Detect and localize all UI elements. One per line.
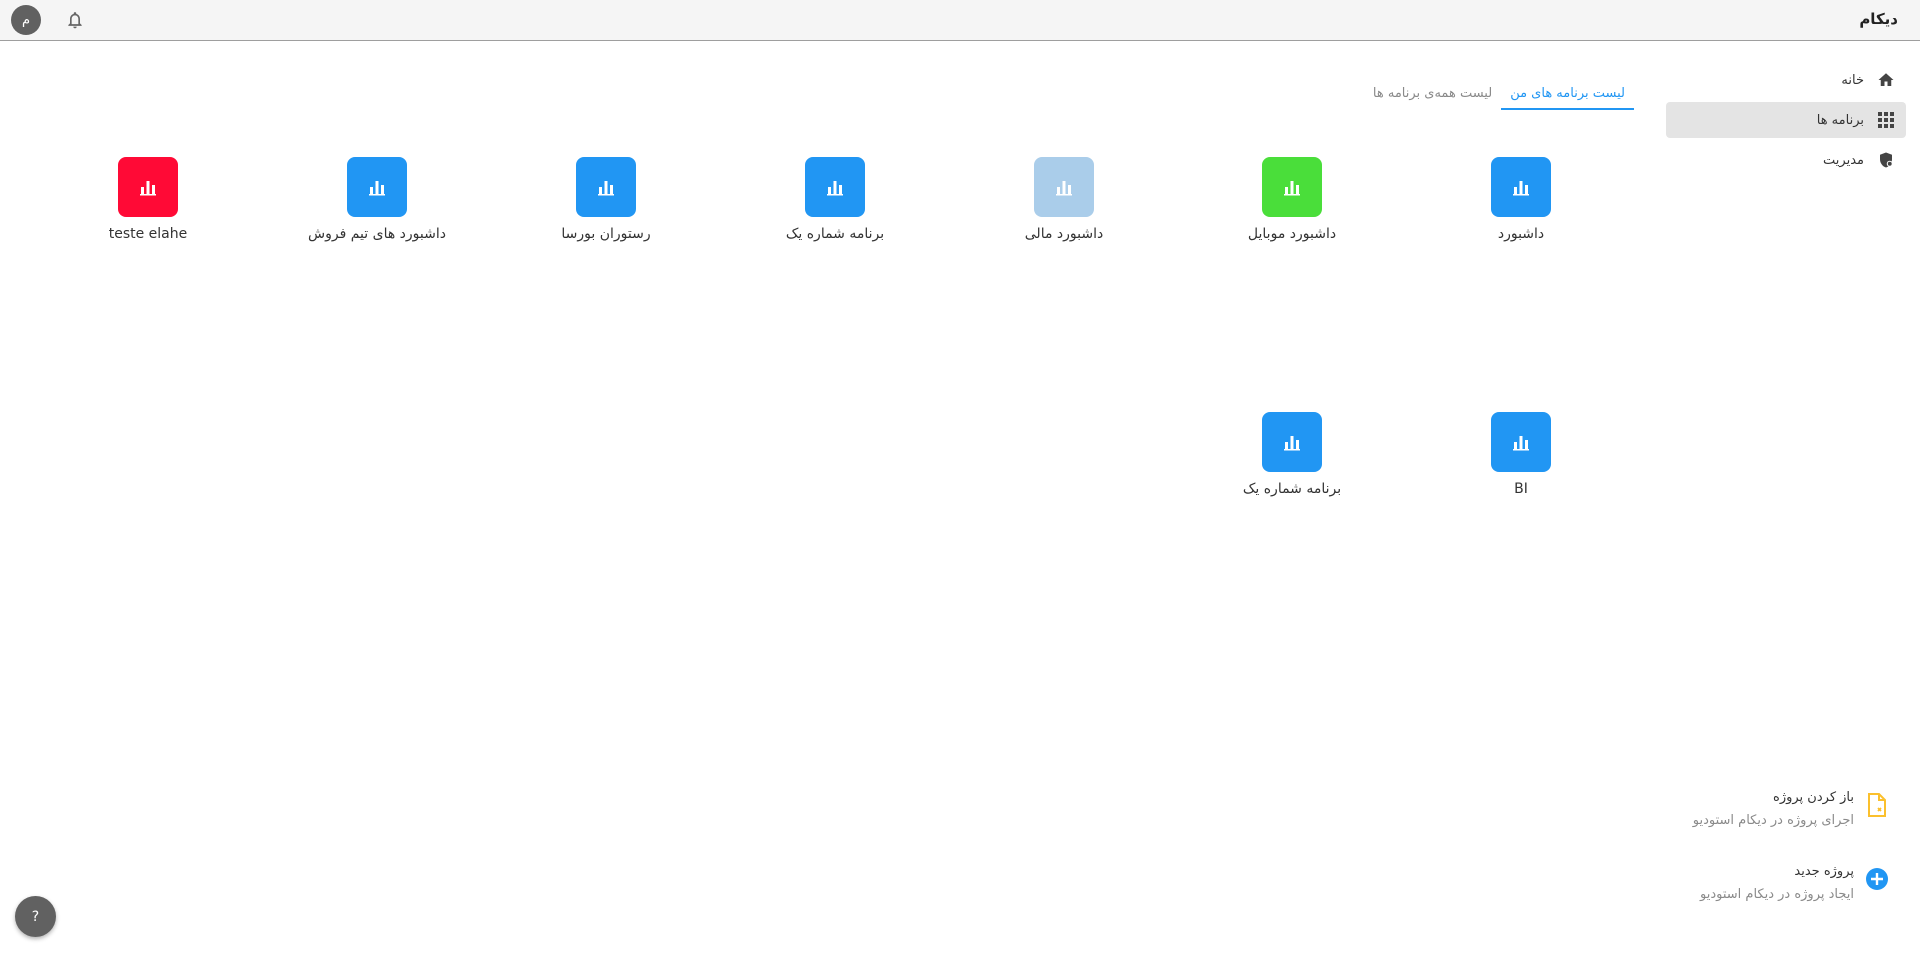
app-tile[interactable]: داشبورد (1441, 157, 1601, 242)
app-tile[interactable]: BI (1441, 412, 1601, 497)
new-project-action[interactable]: پروژه جدید ایجاد پروژه در دیکام استودیو (1610, 864, 1890, 902)
bar-chart-icon (118, 157, 178, 217)
bar-chart-icon (1262, 412, 1322, 472)
sidebar-item-admin[interactable]: مدیریت (1666, 142, 1906, 178)
bar-chart-icon (805, 157, 865, 217)
bar-chart-icon (1491, 412, 1551, 472)
app-tile[interactable]: داشبورد موبایل (1212, 157, 1372, 242)
app-tile-label: داشبورد های تیم فروش (308, 226, 446, 242)
add-circle-icon (1864, 866, 1890, 892)
home-icon (1876, 70, 1896, 90)
notification-bell-icon[interactable] (65, 10, 85, 30)
app-tile[interactable]: teste elahe (68, 157, 228, 242)
open-project-action[interactable]: باز کردن پروژه اجرای پروژه در دیکام استو… (1610, 790, 1890, 828)
app-tile[interactable]: برنامه شماره یک (755, 157, 915, 242)
app-brand[interactable]: دیکام (1859, 10, 1898, 28)
app-tile[interactable]: داشبورد های تیم فروش (297, 157, 457, 242)
open-project-title: باز کردن پروژه (1773, 790, 1854, 805)
open-project-subtitle: اجرای پروژه در دیکام استودیو (1692, 813, 1854, 828)
tab-all-apps[interactable]: لیست همه‌ی برنامه ها (1364, 83, 1501, 110)
new-project-subtitle: ایجاد پروژه در دیکام استودیو (1700, 887, 1854, 902)
user-avatar[interactable]: م (11, 5, 41, 35)
bar-chart-icon (576, 157, 636, 217)
bar-chart-icon (1262, 157, 1322, 217)
app-list-tabs: لیست برنامه های من لیست همه‌ی برنامه ها (1364, 83, 1634, 110)
bar-chart-icon (1491, 157, 1551, 217)
sidebar-item-apps[interactable]: برنامه ها (1666, 102, 1906, 138)
app-tile-label: teste elahe (108, 226, 188, 242)
app-tile[interactable]: رستوران بورسا (526, 157, 686, 242)
app-tile-label: رستوران بورسا (561, 226, 651, 242)
open-file-icon (1864, 792, 1890, 818)
help-button[interactable]: ? (15, 896, 56, 937)
sidebar-item-label: برنامه ها (1816, 112, 1864, 128)
app-tile-label: برنامه شماره یک (785, 226, 885, 242)
apps-grid-icon (1876, 110, 1896, 130)
bar-chart-icon (347, 157, 407, 217)
app-tile[interactable]: داشبورد مالی (984, 157, 1144, 242)
admin-shield-icon (1876, 150, 1896, 170)
bar-chart-icon (1034, 157, 1094, 217)
app-tile-label: BI (1514, 481, 1528, 497)
app-tile-label: برنامه شماره یک (1242, 481, 1342, 497)
sidebar-nav: خانه برنامه ها مدیریت (1652, 62, 1920, 182)
app-tile-label: داشبورد مالی (1024, 226, 1104, 242)
sidebar-item-home[interactable]: خانه (1666, 62, 1906, 98)
sidebar-item-label: مدیریت (1823, 152, 1864, 168)
new-project-title: پروژه جدید (1794, 864, 1854, 879)
top-bar: دیکام م (0, 0, 1920, 41)
app-tile-label: داشبورد موبایل (1247, 226, 1337, 242)
app-tile[interactable]: برنامه شماره یک (1212, 412, 1372, 497)
app-tile-label: داشبورد (1497, 226, 1545, 242)
sidebar-item-label: خانه (1841, 72, 1864, 88)
tab-my-apps[interactable]: لیست برنامه های من (1501, 83, 1634, 110)
